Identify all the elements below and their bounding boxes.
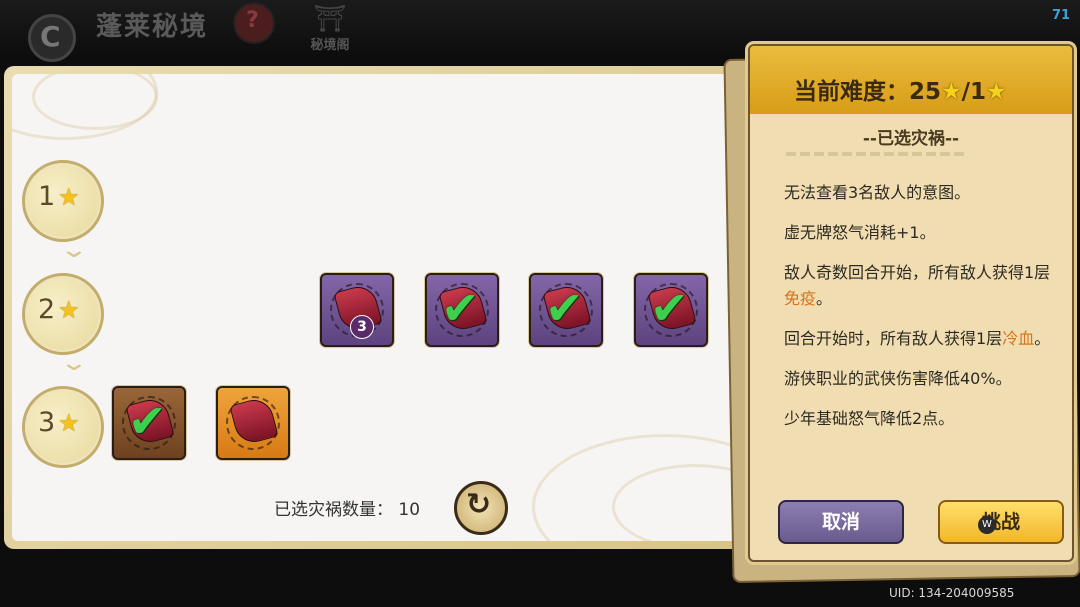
difficulty-panel: 当前难度：25★/1★ --已选灾祸-- 无法查看3名敌人的意图。 虚无牌怒气消…: [748, 44, 1074, 562]
page-title: 蓬莱秘境: [96, 12, 209, 42]
curse-description: 无法查看3名敌人的意图。: [784, 180, 1064, 206]
difficulty-value: 25: [909, 79, 942, 105]
keyword-immunity[interactable]: 免疫: [784, 289, 816, 308]
tier-number: 1: [38, 181, 56, 212]
fps-counter: 71: [1052, 8, 1071, 23]
selected-count: 已选灾祸数量： 10: [274, 495, 420, 520]
curse-text: 无法查看3名敌人的意图。: [784, 183, 971, 202]
curse-grid: 1 ★ ⌄ 2 ★ ⌄ 3 ★ 3 ✔ ✔ ✔ ✔ 已选灾祸数量： 10 ↻: [12, 74, 736, 541]
selected-count-label: 已选灾祸数量：: [274, 500, 393, 520]
star-icon: ★: [58, 183, 80, 211]
challenge-button[interactable]: 挑战: [938, 500, 1064, 544]
chevron-down-icon: ⌄: [59, 238, 89, 263]
curse-text: 游侠职业的武侠伤害降低40%。: [784, 369, 1012, 388]
curse-text: 回合开始时，所有敌人获得1层: [784, 329, 1003, 348]
chevron-down-icon: ⌄: [59, 351, 89, 376]
reset-button[interactable]: ↻: [454, 481, 508, 535]
selected-count-value: 10: [398, 500, 421, 520]
curse-description: 敌人奇数回合开始，所有敌人获得1层免疫。: [784, 260, 1064, 312]
curse-card[interactable]: 3: [320, 273, 394, 347]
tier-3-badge: 3 ★: [22, 386, 104, 468]
curse-card[interactable]: ✔: [112, 386, 186, 460]
pavilion-label: 秘境阁: [310, 38, 350, 53]
pavilion-button[interactable]: ⛩ 秘境阁: [300, 4, 360, 60]
cancel-button[interactable]: 取消: [778, 500, 904, 544]
selected-curse-list: 无法查看3名敌人的意图。 虚无牌怒气消耗+1。 敌人奇数回合开始，所有敌人获得1…: [784, 180, 1064, 446]
hotkey-badge: W: [978, 516, 996, 534]
star-icon: ★: [941, 79, 962, 105]
tier-1-badge: 1 ★: [22, 160, 104, 242]
curse-text-tail: 。: [1034, 329, 1051, 348]
curse-description: 游侠职业的武侠伤害降低40%。: [784, 366, 1064, 392]
refresh-icon: ↻: [466, 487, 492, 522]
keyword-coldblood[interactable]: 冷血: [1002, 329, 1034, 348]
checkmark-icon: ✔: [128, 394, 167, 448]
curse-description: 虚无牌怒气消耗+1。: [784, 220, 1064, 246]
curse-description: 回合开始时，所有敌人获得1层冷血。: [784, 326, 1064, 352]
uid-label: UID: 134-204009585: [889, 586, 1015, 600]
tier-2-badge: 2 ★: [22, 273, 104, 355]
current-difficulty: 当前难度：25★/1★: [794, 72, 1007, 106]
curse-text: 敌人奇数回合开始，所有敌人获得1层: [784, 263, 1051, 282]
curse-card[interactable]: ✔: [425, 273, 499, 347]
difficulty-header: 当前难度：25★/1★: [750, 46, 1072, 114]
pavilion-icon: ⛩: [313, 4, 347, 34]
checkmark-icon: ✔: [650, 281, 689, 335]
difficulty-separator: /1: [961, 79, 987, 105]
curse-card[interactable]: ✔: [634, 273, 708, 347]
curse-text: 少年基础怒气降低2点。: [784, 409, 955, 428]
curse-selection-panel: 1 ★ ⌄ 2 ★ ⌄ 3 ★ 3 ✔ ✔ ✔ ✔ 已选灾祸数量： 10 ↻: [4, 66, 748, 549]
faded-text-line: [786, 152, 966, 156]
curse-card[interactable]: ✔: [529, 273, 603, 347]
star-icon: ★: [58, 296, 80, 324]
tier-number: 3: [38, 407, 56, 438]
back-icon: C: [40, 20, 61, 53]
back-button[interactable]: C: [28, 14, 76, 62]
section-title: --已选灾祸--: [862, 129, 960, 149]
curse-description: 少年基础怒气降低2点。: [784, 406, 1064, 432]
checkmark-icon: ✔: [545, 281, 584, 335]
star-icon: ★: [58, 409, 80, 437]
question-icon: ?: [246, 8, 259, 33]
stack-count-badge: 3: [350, 315, 374, 339]
help-button[interactable]: ?: [233, 2, 275, 44]
checkmark-icon: ✔: [441, 281, 480, 335]
curse-text-tail: 。: [816, 289, 833, 308]
curse-text: 虚无牌怒气消耗+1。: [784, 223, 936, 242]
curse-card[interactable]: [216, 386, 290, 460]
difficulty-label: 当前难度：: [794, 79, 909, 105]
tier-number: 2: [38, 294, 56, 325]
star-icon: ★: [986, 79, 1007, 105]
